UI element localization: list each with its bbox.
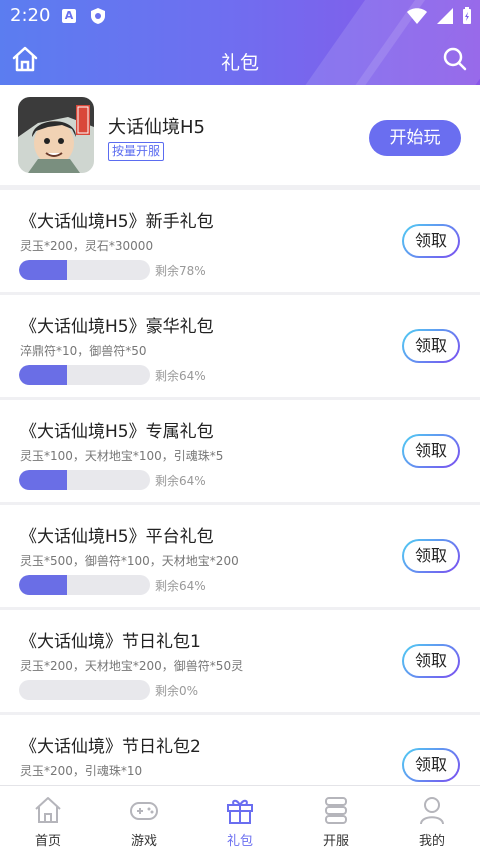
search-icon[interactable] [440,44,470,74]
gift-icon [227,799,253,824]
claim-button[interactable]: 领取 [402,748,460,782]
tab-label: 开服 [322,834,349,849]
bottom-tab-bar: 首页 游戏 礼包 开服 我的 [0,785,480,853]
gift-item: 《大话仙境H5》专属礼包 灵玉*100，天材地宝*100，引魂珠*5 剩余64%… [0,400,480,502]
gamepad-icon [130,802,158,820]
gift-item: 《大话仙境H5》新手礼包 灵玉*200，灵石*30000 剩余78% 领取 [0,190,480,292]
header-bar: 2:20 A 礼包 [0,0,480,85]
claim-button[interactable]: 领取 [402,434,460,468]
gift-title: 《大话仙境H5》豪华礼包 [20,317,214,337]
remaining-progress-fill [19,260,67,280]
gift-item: 《大话仙境H5》豪华礼包 淬鼎符*10，御兽符*50 剩余64% 领取 [0,295,480,397]
signal-icon [437,8,453,24]
home-icon [35,797,61,823]
status-time: 2:20 [10,5,51,26]
claim-button[interactable]: 领取 [402,539,460,573]
status-bar: 2:20 A [0,0,480,32]
gift-contents: 灵玉*200，天材地宝*200，御兽符*50灵 [20,659,244,673]
remaining-progress-bar [19,470,150,490]
server-icon [325,797,347,824]
tab-label: 首页 [34,834,61,849]
gift-title: 《大话仙境H5》平台礼包 [20,527,214,547]
tab-games[interactable]: 游戏 [96,786,192,853]
gift-title: 《大话仙境》节日礼包2 [20,737,201,757]
gift-item: 《大话仙境H5》平台礼包 灵玉*500，御兽符*100，天材地宝*200 剩余6… [0,505,480,607]
shield-icon [91,8,105,24]
remaining-progress-fill [19,365,67,385]
start-play-button[interactable]: 开始玩 [369,120,461,156]
gift-contents: 灵玉*200，灵石*30000 [20,239,154,253]
game-name: 大话仙境H5 [108,117,205,138]
remaining-text: 剩余64% [155,474,206,488]
remaining-progress-bar [19,575,150,595]
gift-contents: 灵玉*200，引魂珠*10 [20,764,143,778]
claim-button[interactable]: 领取 [402,644,460,678]
remaining-progress-bar [19,260,150,280]
gift-title: 《大话仙境》节日礼包1 [20,632,201,652]
gift-title: 《大话仙境H5》新手礼包 [20,212,214,232]
remaining-text: 剩余64% [155,369,206,383]
remaining-text: 剩余0% [155,684,199,698]
gift-contents: 淬鼎符*10，御兽符*50 [20,344,147,358]
claim-button[interactable]: 领取 [402,224,460,258]
tab-gifts[interactable]: 礼包 [192,786,288,853]
battery-icon [463,7,471,24]
remaining-progress-bar [19,680,150,700]
gift-item: 《大话仙境》节日礼包1 灵玉*200，天材地宝*200，御兽符*50灵 剩余0%… [0,610,480,712]
profile-icon [420,797,444,825]
tab-label: 我的 [418,834,445,849]
wifi-icon [407,8,427,24]
remaining-text: 剩余78% [155,264,206,278]
remaining-progress-fill [19,470,67,490]
remaining-progress-bar [19,365,150,385]
tab-label: 游戏 [130,834,157,849]
tab-label: 礼包 [226,834,253,849]
page-title: 礼包 [220,52,259,74]
remaining-text: 剩余64% [155,579,206,593]
gift-title: 《大话仙境H5》专属礼包 [20,422,214,442]
tab-home[interactable]: 首页 [0,786,96,853]
server-mode-tag: 按量开服 [108,142,165,161]
gift-contents: 灵玉*100，天材地宝*100，引魂珠*5 [20,449,224,463]
notification-a-icon: A [62,9,76,23]
tab-servers[interactable]: 开服 [288,786,384,853]
game-icon[interactable] [18,97,94,173]
claim-button[interactable]: 领取 [402,329,460,363]
gift-contents: 灵玉*500，御兽符*100，天材地宝*200 [20,554,239,568]
remaining-progress-fill [19,575,67,595]
tab-profile[interactable]: 我的 [384,786,480,853]
